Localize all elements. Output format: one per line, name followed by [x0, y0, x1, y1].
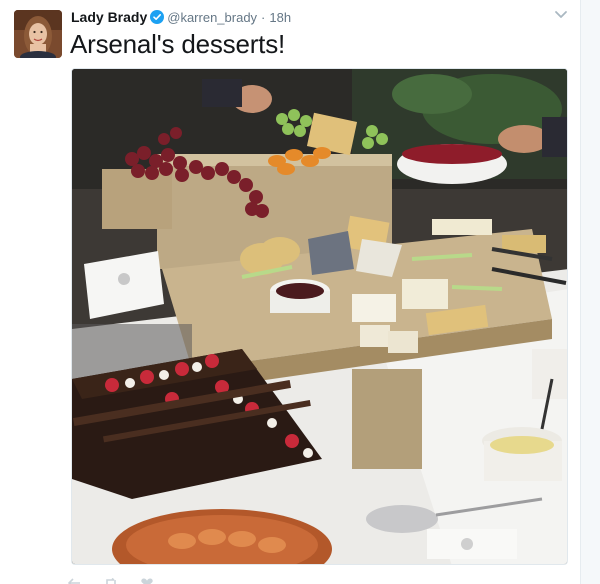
timestamp[interactable]: 18h [269, 10, 291, 25]
avatar[interactable] [14, 10, 62, 58]
tweet-actions [67, 574, 328, 584]
user-handle[interactable]: @karren_brady [167, 10, 257, 25]
tweet-header: Lady Brady @karren_brady · 18h [71, 8, 291, 26]
like-action[interactable] [140, 575, 160, 584]
heart-icon [140, 575, 154, 584]
tweet-text: Arsenal's desserts! [70, 29, 286, 59]
display-name[interactable]: Lady Brady [71, 9, 147, 25]
retweet-icon [104, 575, 118, 584]
tweet-photo[interactable] [71, 68, 568, 565]
reply-action[interactable] [67, 575, 88, 584]
separator-dot: · [261, 9, 266, 25]
dessert-photo [72, 69, 567, 564]
verified-badge-icon [150, 10, 165, 24]
retweet-action[interactable] [104, 575, 124, 584]
tweet: Lady Brady @karren_brady · 18h Arsenal's… [0, 0, 600, 584]
reply-icon [67, 575, 82, 584]
page-edge [580, 0, 600, 584]
chevron-down-icon[interactable] [553, 8, 569, 22]
